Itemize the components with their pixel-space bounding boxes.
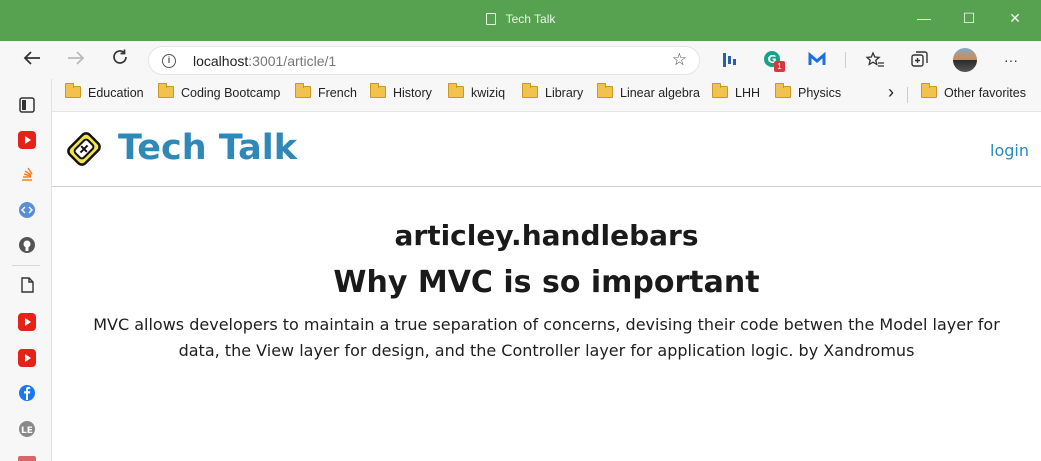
template-heading: articley.handlebars [394,219,699,252]
folder-icon [65,83,81,98]
login-link[interactable]: login [990,141,1029,160]
bookmark-folder[interactable]: Education [65,83,144,104]
back-arrow-icon [23,51,40,65]
extension-badge: 1 [774,61,785,72]
site-brand[interactable]: Tech Talk [118,128,297,168]
site-info-icon[interactable]: i [162,54,176,68]
web-page: Tech Talk login articley.handlebars Why … [52,111,1041,461]
site-logo-icon[interactable] [64,129,104,169]
bookmark-folder[interactable]: Physics [775,83,841,104]
bookmark-folder[interactable]: LHH [712,83,760,104]
folder-icon [295,83,311,98]
bookmark-folder[interactable]: History [370,83,432,104]
folder-icon [597,83,613,98]
refresh-icon [113,49,127,64]
page-icon[interactable] [18,276,36,294]
svg-text:LE: LE [21,426,33,436]
other-favorites-folder[interactable]: Other favorites [921,83,1026,104]
site-header: Tech Talk login [52,112,1041,187]
leetcode-icon[interactable]: LE [18,420,36,438]
youtube-icon[interactable] [18,349,36,367]
bookmark-folder[interactable]: kwiziq [448,83,505,104]
github-icon[interactable] [18,236,36,254]
window-title: Tech Talk [0,12,1041,26]
folder-icon [448,83,464,98]
bookmarks-bar: Education Coding Bootcamp French History… [52,79,1041,111]
article-title: Why MVC is so important [333,265,760,300]
title-bar: Tech Talk — ☐ ✕ [0,0,1041,41]
bookmarks-divider [907,87,908,103]
youtube-icon[interactable] [18,131,36,149]
stack-overflow-icon[interactable] [18,165,36,183]
folder-icon [158,83,174,98]
browser-window: Tech Talk — ☐ ✕ i localhost:3001/article… [0,0,1041,461]
bookmark-icon[interactable] [18,456,36,461]
tab-actions-icon[interactable] [18,96,36,114]
sidebar-divider [12,265,40,266]
bookmark-folder[interactable]: Coding Bootcamp [158,83,280,104]
article-body: MVC allows developers to maintain a true… [93,315,1000,360]
more-menu-button[interactable]: ··· [998,48,1024,72]
vertical-sidebar: LE [0,79,52,461]
bookmark-folder[interactable]: French [295,83,357,104]
malwarebytes-icon[interactable] [807,50,827,70]
folder-icon [921,83,937,98]
maximize-button[interactable]: ☐ [957,8,981,28]
forward-arrow-icon [68,51,85,65]
profile-avatar[interactable] [953,48,977,72]
forward-button[interactable] [63,48,89,72]
extension-bars-icon[interactable] [720,50,740,70]
bookmark-folder[interactable]: Linear algebra [597,83,700,104]
address-bar[interactable]: i localhost:3001/article/1 ☆ [148,46,700,75]
add-favorite-icon[interactable]: ☆ [672,50,687,70]
minimize-button[interactable]: — [912,8,936,28]
url-text[interactable]: localhost:3001/article/1 [193,53,336,69]
folder-icon [775,83,791,98]
grammarly-extension[interactable]: G 1 [763,50,785,72]
code-editor-icon[interactable] [18,201,36,219]
folder-icon [370,83,386,98]
window-title-text: Tech Talk [505,12,556,26]
document-icon [485,13,496,25]
bookmark-folder[interactable]: Library [522,83,583,104]
folder-icon [522,83,538,98]
facebook-icon[interactable] [18,384,36,402]
back-button[interactable] [19,48,45,72]
folder-icon [712,83,728,98]
browser-toolbar: i localhost:3001/article/1 ☆ G 1 ··· [0,41,1041,79]
youtube-icon[interactable] [18,313,36,331]
toolbar-divider [845,52,846,68]
collections-icon[interactable] [909,50,929,70]
more-bookmarks-chevron[interactable]: › [888,82,894,102]
close-button[interactable]: ✕ [1003,8,1027,28]
refresh-button[interactable] [107,48,133,72]
favorites-icon[interactable] [865,50,885,70]
